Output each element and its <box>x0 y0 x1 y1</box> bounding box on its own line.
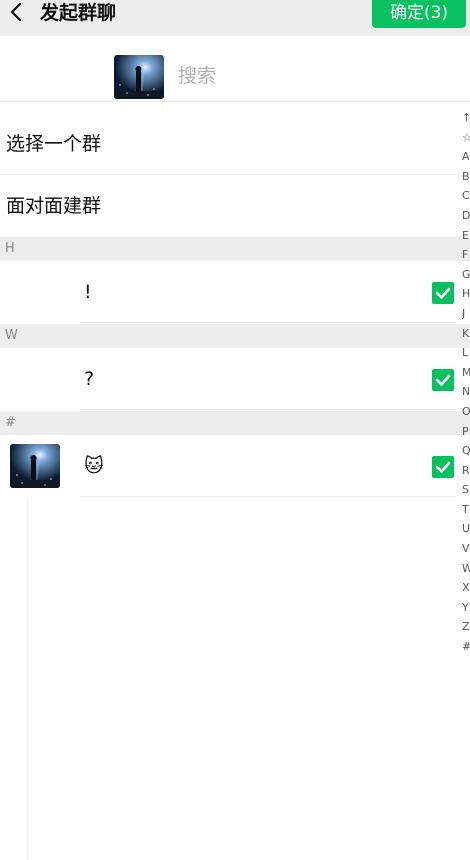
index-letter[interactable]: H <box>462 284 470 304</box>
divider <box>80 322 456 323</box>
index-letter[interactable]: ↑ <box>462 108 470 128</box>
contact-name: 🐱 <box>84 455 104 477</box>
index-letter[interactable]: S <box>462 480 470 500</box>
index-letter[interactable]: F <box>462 245 470 265</box>
index-letter[interactable]: L <box>462 343 470 363</box>
index-letter[interactable]: D <box>462 206 470 226</box>
index-letter[interactable]: T <box>462 500 470 520</box>
index-letter[interactable]: B <box>462 167 470 187</box>
search-input[interactable] <box>178 62 378 90</box>
back-arrow-icon <box>10 2 22 22</box>
index-letter[interactable]: E <box>462 226 470 246</box>
back-button[interactable] <box>4 0 30 28</box>
face-to-face-label: 面对面建群 <box>6 195 102 217</box>
index-letter[interactable]: N <box>462 382 470 402</box>
confirm-button[interactable]: 确定(3) <box>372 0 466 28</box>
divider <box>27 500 28 860</box>
index-letter[interactable]: O <box>462 402 470 422</box>
divider <box>80 496 456 497</box>
index-letter[interactable]: V <box>462 539 470 559</box>
contact-row[interactable]: ? <box>0 348 470 410</box>
contact-name: ! <box>84 281 92 303</box>
index-letter[interactable]: M <box>462 363 470 383</box>
divider <box>80 409 456 410</box>
contact-name: ? <box>84 368 95 390</box>
check-icon <box>435 461 451 473</box>
avatar <box>10 444 60 488</box>
select-group-item[interactable]: 选择一个群 <box>0 113 456 175</box>
page-title: 发起群聊 <box>40 2 117 24</box>
contact-checkbox[interactable] <box>432 369 454 391</box>
select-group-label: 选择一个群 <box>6 133 102 155</box>
section-letter: W <box>5 328 18 343</box>
section-header-w: W <box>0 324 470 348</box>
check-icon <box>435 374 451 386</box>
index-letter[interactable]: U <box>462 519 470 539</box>
index-letter[interactable]: Z <box>462 617 470 637</box>
index-letter[interactable]: J <box>462 304 470 324</box>
contact-checkbox[interactable] <box>432 282 454 304</box>
index-letter[interactable]: C <box>462 186 470 206</box>
index-letter[interactable]: Y <box>462 598 470 618</box>
section-letter: H <box>5 241 15 256</box>
index-letter[interactable]: G <box>462 265 470 285</box>
alphabet-index-bar[interactable]: ↑☆ABCDEFGHJKLMNOPQRSTUVWXYZ# <box>462 108 470 657</box>
section-header-hash: # <box>0 411 470 435</box>
contact-row[interactable]: ! <box>0 261 470 323</box>
selected-member-avatar[interactable] <box>114 55 164 99</box>
contact-checkbox[interactable] <box>432 456 454 478</box>
contact-row[interactable]: 🐱 <box>0 435 470 497</box>
index-letter[interactable]: Q <box>462 441 470 461</box>
index-letter[interactable]: W <box>462 559 470 579</box>
index-letter[interactable]: ☆ <box>462 128 470 148</box>
index-letter[interactable]: # <box>462 637 470 657</box>
section-header-h: H <box>0 237 470 261</box>
index-letter[interactable]: P <box>462 422 470 442</box>
face-to-face-group-item[interactable]: 面对面建群 <box>0 175 456 237</box>
index-letter[interactable]: K <box>462 324 470 344</box>
index-letter[interactable]: A <box>462 147 470 167</box>
index-letter[interactable]: R <box>462 461 470 481</box>
index-letter[interactable]: X <box>462 578 470 598</box>
top-bar: 发起群聊 确定(3) <box>0 0 470 36</box>
section-letter: # <box>5 415 16 430</box>
search-bar <box>0 50 470 102</box>
check-icon <box>435 287 451 299</box>
